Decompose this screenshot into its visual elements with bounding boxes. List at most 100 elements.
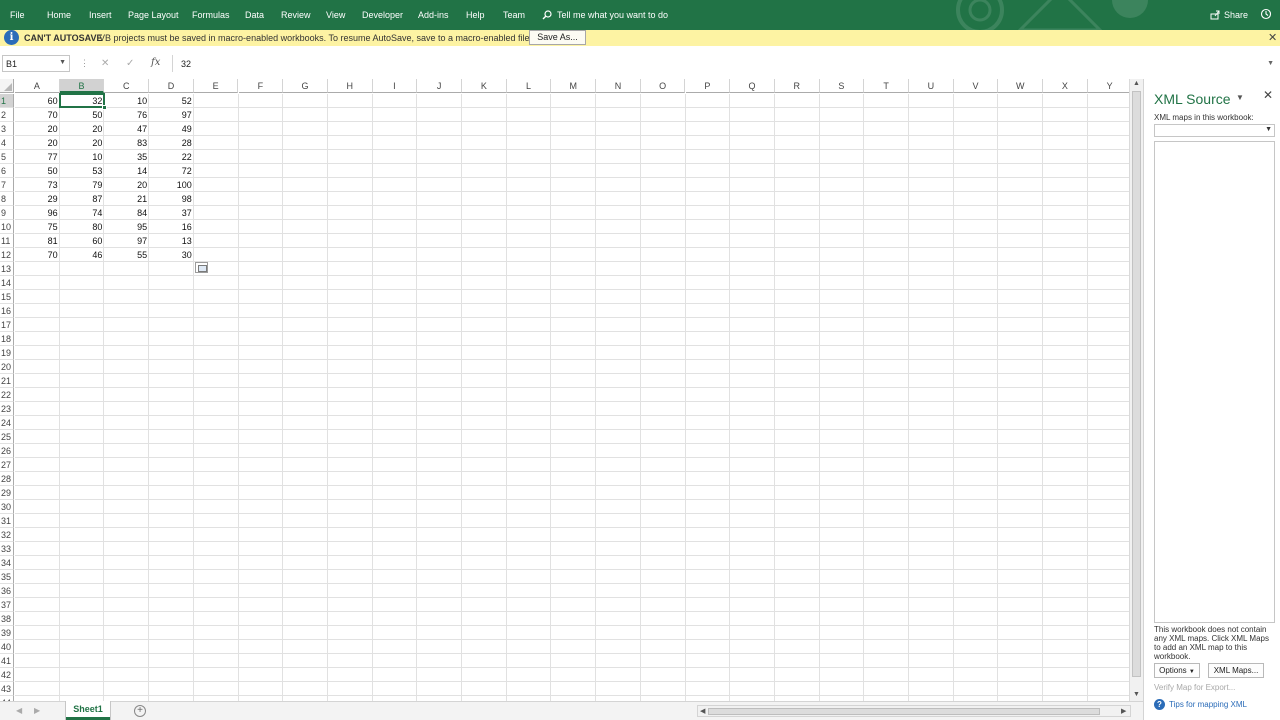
- column-header-m[interactable]: M: [551, 79, 597, 93]
- cell-d12[interactable]: 30: [149, 248, 194, 262]
- row-header-37[interactable]: 37: [0, 598, 14, 612]
- row-header-32[interactable]: 32: [0, 528, 14, 542]
- ribbon-tab-data[interactable]: Data: [245, 10, 264, 20]
- cell-b7[interactable]: 79: [60, 178, 105, 192]
- row-header-8[interactable]: 8: [0, 192, 14, 206]
- quick-analysis-icon[interactable]: [195, 262, 208, 273]
- column-header-v[interactable]: V: [953, 79, 999, 93]
- row-header-2[interactable]: 2: [0, 108, 14, 122]
- cell-d7[interactable]: 100: [149, 178, 194, 192]
- cell-a10[interactable]: 75: [15, 220, 60, 234]
- xml-maps-button[interactable]: XML Maps...: [1208, 663, 1264, 678]
- enter-icon[interactable]: ✓: [126, 58, 134, 69]
- tips-link[interactable]: ? Tips for mapping XML: [1154, 699, 1247, 710]
- cancel-icon[interactable]: ✕: [101, 58, 109, 69]
- history-icon[interactable]: [1260, 8, 1272, 20]
- next-sheet-icon[interactable]: ▶: [34, 706, 40, 715]
- column-header-a[interactable]: A: [15, 79, 60, 93]
- scroll-left-icon[interactable]: ◀: [700, 707, 705, 715]
- worksheet-grid[interactable]: ABCDEFGHIJKLMNOPQRSTUVWXY 1 2 3 4 5 6 7 8 9 10 11 1…: [0, 79, 1129, 701]
- cell-c6[interactable]: 14: [104, 164, 149, 178]
- options-button[interactable]: Options ▼: [1154, 663, 1200, 678]
- row-header-10[interactable]: 10: [0, 220, 14, 234]
- cell-d6[interactable]: 72: [149, 164, 194, 178]
- cell-b12[interactable]: 46: [60, 248, 105, 262]
- cell-a2[interactable]: 70: [15, 108, 60, 122]
- cell-a12[interactable]: 70: [15, 248, 60, 262]
- cell-a6[interactable]: 50: [15, 164, 60, 178]
- tell-me-search[interactable]: Tell me what you want to do: [542, 10, 668, 20]
- ribbon-tab-view[interactable]: View: [326, 10, 345, 20]
- close-pane-icon[interactable]: ✕: [1263, 88, 1273, 102]
- column-header-q[interactable]: Q: [730, 79, 775, 93]
- row-header-22[interactable]: 22: [0, 388, 14, 402]
- cell-b3[interactable]: 20: [60, 122, 105, 136]
- row-header-15[interactable]: 15: [0, 290, 14, 304]
- row-header-3[interactable]: 3: [0, 122, 14, 136]
- xml-element-tree[interactable]: [1154, 141, 1275, 623]
- column-header-t[interactable]: T: [864, 79, 909, 93]
- cell-d2[interactable]: 97: [149, 108, 194, 122]
- cell-d9[interactable]: 37: [149, 206, 194, 220]
- row-header-34[interactable]: 34: [0, 556, 14, 570]
- vertical-scroll-thumb[interactable]: [1132, 91, 1141, 677]
- cell-a1[interactable]: 60: [15, 94, 60, 108]
- row-header-18[interactable]: 18: [0, 332, 14, 346]
- cell-d10[interactable]: 16: [149, 220, 194, 234]
- row-header-12[interactable]: 12: [0, 248, 14, 262]
- cell-d1[interactable]: 52: [149, 94, 194, 108]
- name-box[interactable]: B1 ▼: [2, 55, 70, 72]
- row-header-36[interactable]: 36: [0, 584, 14, 598]
- row-header-31[interactable]: 31: [0, 514, 14, 528]
- cell-a11[interactable]: 81: [15, 234, 60, 248]
- scroll-down-icon[interactable]: ▼: [1133, 691, 1140, 698]
- row-header-33[interactable]: 33: [0, 542, 14, 556]
- row-header-16[interactable]: 16: [0, 304, 14, 318]
- column-header-n[interactable]: N: [596, 79, 641, 93]
- xml-map-select[interactable]: ▼: [1154, 124, 1275, 137]
- cell-b8[interactable]: 87: [60, 192, 105, 206]
- row-header-42[interactable]: 42: [0, 668, 14, 682]
- column-header-l[interactable]: L: [506, 79, 552, 93]
- cell-c3[interactable]: 47: [104, 122, 149, 136]
- column-header-k[interactable]: K: [462, 79, 507, 93]
- row-header-6[interactable]: 6: [0, 164, 14, 178]
- column-header-r[interactable]: R: [774, 79, 820, 93]
- row-header-24[interactable]: 24: [0, 416, 14, 430]
- row-header-7[interactable]: 7: [0, 178, 14, 192]
- cell-d8[interactable]: 98: [149, 192, 194, 206]
- horizontal-scroll-thumb[interactable]: [708, 708, 1100, 715]
- cell-a3[interactable]: 20: [15, 122, 60, 136]
- column-header-y[interactable]: Y: [1087, 79, 1129, 93]
- cell-d11[interactable]: 13: [149, 234, 194, 248]
- row-header-30[interactable]: 30: [0, 500, 14, 514]
- row-header-13[interactable]: 13: [0, 262, 14, 276]
- previous-sheet-icon[interactable]: ◀: [16, 706, 22, 715]
- ribbon-tab-help[interactable]: Help: [466, 10, 485, 20]
- scroll-right-icon[interactable]: ▶: [1121, 707, 1126, 715]
- row-header-39[interactable]: 39: [0, 626, 14, 640]
- chevron-down-icon[interactable]: ▼: [59, 59, 66, 66]
- cell-c11[interactable]: 97: [104, 234, 149, 248]
- cell-b9[interactable]: 74: [60, 206, 105, 220]
- row-header-41[interactable]: 41: [0, 654, 14, 668]
- row-header-17[interactable]: 17: [0, 318, 14, 332]
- ribbon-tab-formulas[interactable]: Formulas: [192, 10, 230, 20]
- cell-c12[interactable]: 55: [104, 248, 149, 262]
- cell-c1[interactable]: 10: [104, 94, 149, 108]
- row-header-20[interactable]: 20: [0, 360, 14, 374]
- column-header-j[interactable]: J: [417, 79, 462, 93]
- formula-input[interactable]: 32 ▼: [172, 55, 1278, 72]
- row-header-19[interactable]: 19: [0, 346, 14, 360]
- row-header-26[interactable]: 26: [0, 444, 14, 458]
- row-header-1[interactable]: 1: [0, 94, 14, 108]
- horizontal-scrollbar[interactable]: ◀ ▶: [697, 705, 1131, 717]
- row-header-4[interactable]: 4: [0, 136, 14, 150]
- column-header-h[interactable]: H: [327, 79, 373, 93]
- select-all-corner[interactable]: [0, 79, 14, 93]
- column-header-w[interactable]: W: [998, 79, 1044, 93]
- cell-c2[interactable]: 76: [104, 108, 149, 122]
- row-header-25[interactable]: 25: [0, 430, 14, 444]
- row-header-27[interactable]: 27: [0, 458, 14, 472]
- ribbon-tab-team[interactable]: Team: [503, 10, 525, 20]
